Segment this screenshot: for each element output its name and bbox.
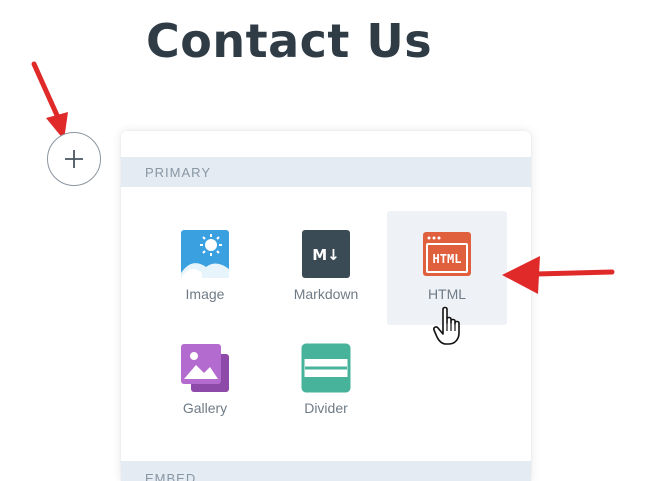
divider-icon: [301, 343, 351, 393]
html-icon: HTML: [422, 229, 472, 279]
block-item-markdown[interactable]: M↓ Markdown: [266, 211, 386, 325]
section-header-embed: EMBED: [121, 461, 531, 481]
annotation-arrow-icon: [31, 61, 68, 140]
annotation-arrow-icon: [502, 256, 615, 294]
html-glyph: HTML: [433, 252, 462, 266]
block-item-image[interactable]: Image: [145, 211, 265, 325]
gallery-icon: [180, 343, 230, 393]
block-picker-panel: PRIMARY Image M↓ Markdown HTML HTML Gall…: [121, 131, 531, 481]
block-label-image: Image: [185, 286, 225, 302]
block-label-gallery: Gallery: [182, 400, 228, 416]
block-item-divider[interactable]: Divider: [266, 325, 386, 439]
block-label-markdown: Markdown: [293, 286, 359, 302]
hand-cursor-icon: [433, 306, 460, 345]
markdown-icon: M↓: [301, 229, 351, 279]
block-label-html: HTML: [427, 286, 467, 302]
markdown-glyph: M↓: [312, 246, 340, 264]
page-title: Contact Us: [146, 14, 433, 68]
image-icon: [180, 229, 230, 279]
block-label-divider: Divider: [304, 400, 348, 416]
add-block-button[interactable]: [47, 132, 101, 186]
plus-icon: [65, 150, 83, 168]
block-item-gallery[interactable]: Gallery: [145, 325, 265, 439]
section-header-primary: PRIMARY: [121, 157, 531, 187]
